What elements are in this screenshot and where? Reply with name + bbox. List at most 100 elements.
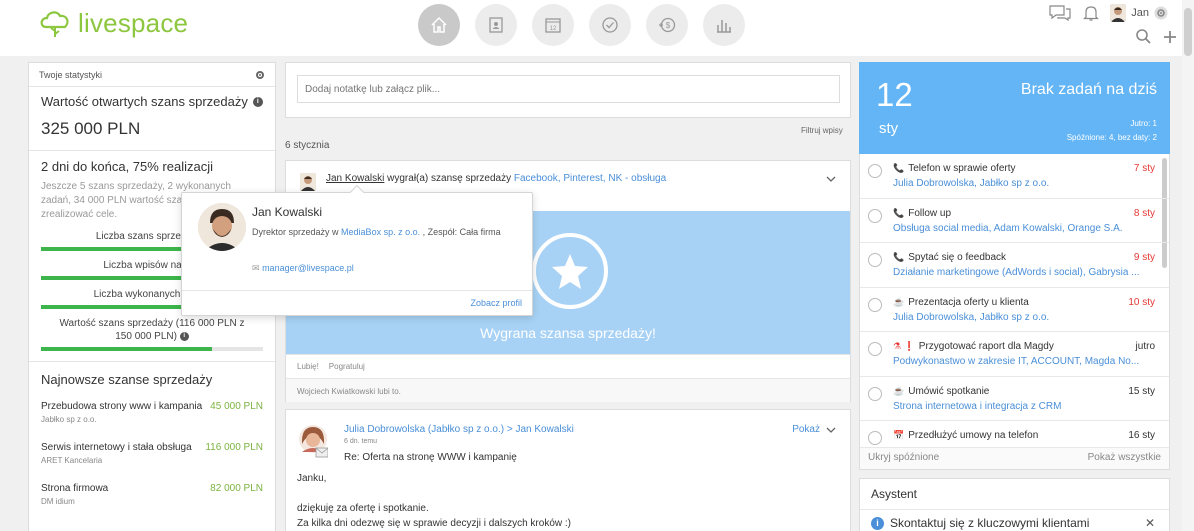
cloud-logo-icon: [40, 10, 69, 37]
chevron-down-icon[interactable]: [826, 175, 836, 183]
info-icon[interactable]: i: [179, 331, 189, 341]
bell-icon[interactable]: [1082, 4, 1100, 22]
view-profile-link[interactable]: Zobacz profil: [470, 298, 522, 308]
bar-label-text: Wartość szans sprzedaży (116 000 PLN z 1…: [59, 318, 245, 342]
task-checkbox[interactable]: [868, 253, 882, 267]
page-scrollbar[interactable]: [1182, 0, 1194, 531]
user-popover: Jan Kowalski Dyrektor sprzedaży w MediaB…: [181, 184, 533, 316]
task-item[interactable]: 📞 Telefon w sprawie oferty Julia Dobrowol…: [860, 154, 1169, 199]
deal-name[interactable]: Strona firmowa: [41, 483, 108, 494]
gear-icon[interactable]: [1154, 6, 1168, 20]
task-title[interactable]: ☕ Umówić spotkanie: [893, 386, 989, 397]
task-checkbox[interactable]: [868, 431, 882, 445]
note-composer: [285, 62, 851, 118]
task-item[interactable]: 📞 Spytać się o feedback Działanie marketi…: [860, 243, 1169, 288]
filter-entries-link[interactable]: Filtruj wpisy: [801, 126, 843, 135]
task-item[interactable]: 📞 Follow up Obsługa social media, Adam Ko…: [860, 199, 1169, 243]
plus-icon[interactable]: [1162, 29, 1178, 45]
no-tasks-today: Brak zadań na dziś: [1020, 81, 1157, 98]
deal-link[interactable]: Facebook, Pinterest, NK - obsługa: [514, 173, 666, 184]
nav-home[interactable]: [418, 4, 460, 46]
nav-tasks[interactable]: [589, 4, 631, 46]
note-input[interactable]: [297, 75, 840, 103]
task-title[interactable]: ☕ Prezentacja oferty u klienta: [893, 297, 1029, 308]
flask-icon: ⚗ ❗: [893, 341, 915, 351]
nav-reports[interactable]: [703, 4, 745, 46]
days-left: 2 dni do końca, 75% realizacji: [41, 159, 213, 174]
task-checkbox[interactable]: [868, 297, 882, 312]
nav-sales[interactable]: $: [646, 4, 688, 46]
task-item[interactable]: ⚗ ❗ Przygotować raport dla Magdy Podwykon…: [860, 332, 1169, 377]
nav-calendar[interactable]: 12: [532, 4, 574, 46]
task-title[interactable]: 📞 Telefon w sprawie oferty: [893, 163, 1016, 174]
deal-item[interactable]: Przebudowa strony www i kampania Jabłko s…: [29, 401, 275, 424]
like-button[interactable]: Lubię!: [297, 362, 319, 371]
role-prefix: Dyrektor sprzedaży w: [252, 227, 339, 237]
sender-avatar[interactable]: [298, 424, 329, 458]
logo[interactable]: livespace: [38, 8, 188, 39]
task-related[interactable]: Działanie marketingowe (AdWords i social…: [893, 267, 1158, 278]
today-day: 12: [876, 76, 913, 113]
task-title[interactable]: 📞 Follow up: [893, 208, 951, 219]
task-due: 9 sty: [1133, 252, 1155, 263]
chat-icon[interactable]: [1048, 4, 1072, 22]
nav-contacts[interactable]: [475, 4, 517, 46]
task-checkbox[interactable]: [868, 386, 882, 401]
star-badge: [532, 233, 608, 309]
deal-item[interactable]: Strona firmowa DM idium 82 000 PLN: [29, 483, 275, 506]
email-link[interactable]: manager@livespace.pl: [262, 263, 354, 273]
deal-value: 45 000 PLN: [210, 401, 263, 412]
company-link[interactable]: MediaBox sp. z o.o.: [341, 227, 420, 237]
logo-text: livespace: [78, 8, 189, 38]
task-title[interactable]: ⚗ ❗ Przygotować raport dla Magdy: [893, 341, 1054, 352]
task-title[interactable]: 📅 Przedłużyć umowy na telefon: [893, 430, 1038, 441]
svg-text:$: $: [666, 21, 671, 30]
task-related[interactable]: Julia Dobrowolska, Jabłko sp z o.o.: [893, 178, 1158, 189]
task-title-text: Spytać się o feedback: [908, 252, 1007, 263]
author-avatar[interactable]: [300, 173, 316, 191]
phone-icon: 📞: [893, 207, 905, 218]
info-icon[interactable]: i: [252, 96, 263, 107]
assistant-tip[interactable]: i Skontaktuj się z kluczowymi klientami …: [860, 510, 1169, 531]
hide-late-link[interactable]: Ukryj spóźnione: [868, 452, 939, 465]
tomorrow-count[interactable]: Jutro: 1: [1130, 119, 1157, 128]
page-scrollbar-thumb[interactable]: [1184, 8, 1192, 56]
task-checkbox[interactable]: [868, 208, 882, 223]
late-count[interactable]: Spóźnione: 4, bez daty: 2: [1067, 133, 1157, 142]
author-link[interactable]: Jan Kowalski: [326, 173, 384, 184]
task-title-text: Umówić spotkanie: [908, 385, 990, 397]
envelope-icon: ✉: [252, 263, 260, 273]
task-list: 📞 Telefon w sprawie oferty Julia Dobrowol…: [859, 154, 1170, 470]
task-due: 8 sty: [1133, 207, 1155, 219]
show-all-link[interactable]: Pokaż wszystkie: [1088, 452, 1161, 465]
task-related[interactable]: Strona internetowa i integracja z CRM: [893, 401, 1158, 412]
task-checkbox[interactable]: [868, 164, 882, 178]
user-menu[interactable]: Jan: [1110, 4, 1168, 22]
email-route[interactable]: Julia Dobrowolska (Jabłko sp z o.o.) > J…: [344, 424, 574, 435]
close-icon[interactable]: ✕: [1145, 516, 1155, 530]
bar-label: Wartość szans sprzedaży (116 000 PLN z 1…: [41, 317, 263, 343]
search-icon[interactable]: [1135, 28, 1152, 45]
deal-value: 82 000 PLN: [210, 483, 263, 494]
task-checkbox[interactable]: [868, 342, 882, 356]
task-title[interactable]: 📞 Spytać się o feedback: [893, 252, 1006, 263]
email-subject[interactable]: Re: Oferta na stronę WWW i kampanię: [344, 452, 517, 463]
deal-name[interactable]: Przebudowa strony www i kampania: [41, 401, 202, 412]
task-title-text: Telefon w sprawie oferty: [908, 163, 1016, 174]
settings-gear-icon[interactable]: [255, 70, 265, 80]
task-item[interactable]: ☕ Prezentacja oferty u klienta Julia Dobr…: [860, 288, 1169, 332]
task-related[interactable]: Julia Dobrowolska, Jabłko sp z o.o.: [893, 312, 1158, 323]
task-due: 16 sty: [1128, 430, 1155, 441]
deal-name[interactable]: Serwis internetowy i stała obsługa: [41, 442, 192, 453]
task-related[interactable]: Obsługa social media, Adam Kowalski, Ora…: [893, 223, 1158, 234]
popover-email[interactable]: ✉ manager@livespace.pl: [252, 263, 354, 274]
deal-item[interactable]: Serwis internetowy i stała obsługa ARET K…: [29, 442, 275, 465]
popover-avatar: [198, 203, 246, 251]
congratulate-button[interactable]: Pogratuluj: [329, 362, 365, 371]
chevron-down-icon: [826, 427, 836, 433]
popover-name: Jan Kowalski: [252, 205, 323, 219]
show-button[interactable]: Pokaż: [792, 424, 836, 435]
task-related[interactable]: Podwykonastwo w zakresie IT, ACCOUNT, Ma…: [893, 356, 1158, 367]
header-actions: [1135, 28, 1178, 45]
task-item[interactable]: ☕ Umówić spotkanie Strona internetowa i i…: [860, 377, 1169, 421]
